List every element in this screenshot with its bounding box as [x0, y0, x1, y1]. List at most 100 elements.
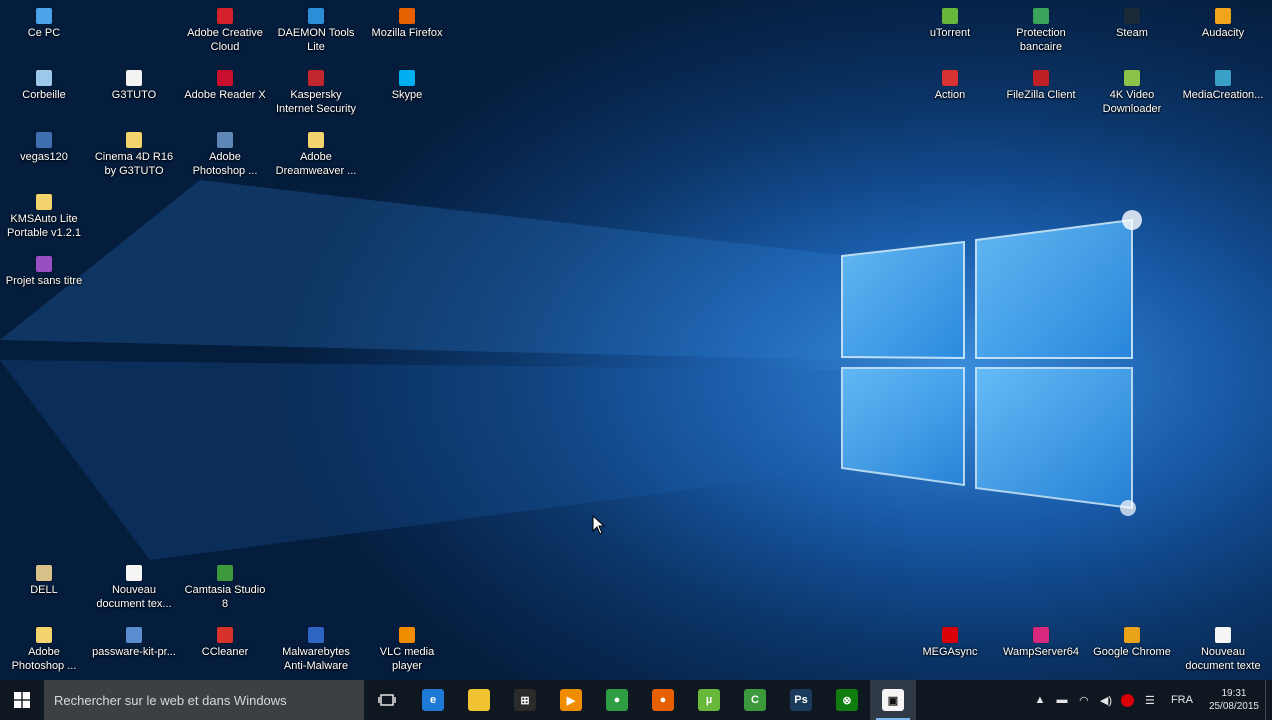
shortcut-icon [217, 132, 233, 148]
desktop-icon-label: Audacity [1201, 27, 1245, 39]
chrome-icon [1124, 627, 1140, 643]
desktop: Ce PC Adobe Creative Cloud DAEMON Tools Li… [0, 0, 1272, 680]
text-file-icon [126, 565, 142, 581]
desktop-icon[interactable]: passware-kit-pr... [92, 627, 176, 659]
desktop-icon[interactable]: VLC media player [365, 627, 449, 673]
desktop-icon[interactable]: MEGAsync [908, 627, 992, 659]
firefox-icon: ● [652, 689, 674, 711]
desktop-icon[interactable]: DAEMON Tools Lite [274, 8, 358, 54]
desktop-icon[interactable]: DELL [2, 565, 86, 597]
desktop-icon-label: DELL [30, 584, 58, 596]
creative-cloud-icon [217, 8, 233, 24]
taskbar-app-media-player[interactable]: ▶ [548, 680, 594, 720]
action-icon [942, 70, 958, 86]
desktop-icon-label: Mozilla Firefox [371, 27, 443, 39]
4k-video-icon [1124, 70, 1140, 86]
desktop-icon[interactable]: CCleaner [183, 627, 267, 659]
taskbar-app-photoshop[interactable]: Ps [778, 680, 824, 720]
desktop-icon[interactable]: Action [908, 70, 992, 102]
desktop-icon-label: Nouveau document tex... [96, 584, 172, 610]
clock[interactable]: 19:31 25/08/2015 [1203, 687, 1265, 713]
desktop-icon[interactable]: WampServer64 [999, 627, 1083, 659]
desktop-icon[interactable]: Nouveau document texte [1181, 627, 1265, 673]
taskbar-app-chrome[interactable]: ● [594, 680, 640, 720]
adobe-reader-icon [217, 70, 233, 86]
desktop-icon[interactable]: Corbeille [2, 70, 86, 102]
desktop-icon-label: Action [934, 89, 966, 101]
desktop-icon[interactable]: Cinema 4D R16 by G3TUTO [92, 132, 176, 178]
desktop-icon-label: Corbeille [22, 89, 66, 101]
folder-icon [126, 132, 142, 148]
desktop-icon[interactable]: Protection bancaire [999, 8, 1083, 54]
desktop-icon[interactable]: Adobe Photoshop ... [2, 627, 86, 673]
desktop-icon[interactable]: Steam [1090, 8, 1174, 40]
camtasia-icon [217, 565, 233, 581]
desktop-icon-label: vegas120 [20, 151, 68, 163]
taskbar-app-firefox[interactable]: ● [640, 680, 686, 720]
taskbar-app-store[interactable]: ⊞ [502, 680, 548, 720]
desktop-icon-label: 4K Video Downloader [1102, 89, 1162, 115]
desktop-icon[interactable]: Google Chrome [1090, 627, 1174, 659]
desktop-icon[interactable]: Adobe Dreamweaver ... [274, 132, 358, 178]
photoshop-icon: Ps [790, 689, 812, 711]
skype-icon [399, 70, 415, 86]
taskbar-app-utorrent[interactable]: µ [686, 680, 732, 720]
desktop-icon[interactable]: Kaspersky Internet Security [274, 70, 358, 116]
taskbar-app-xbox[interactable]: ⊗ [824, 680, 870, 720]
desktop-icon-label: Protection bancaire [1016, 27, 1066, 53]
desktop-icon[interactable]: Projet sans titre [2, 256, 86, 288]
language-indicator[interactable]: FRA [1161, 694, 1203, 706]
taskbar: Rechercher sur le web et dans Windows e ⊞… [0, 680, 1272, 720]
desktop-icon-label: VLC media player [379, 646, 435, 672]
search-input[interactable]: Rechercher sur le web et dans Windows [44, 680, 364, 720]
taskbar-app-file-explorer[interactable] [456, 680, 502, 720]
show-desktop-button[interactable] [1265, 680, 1272, 720]
desktop-icon[interactable]: Adobe Reader X [183, 70, 267, 102]
desktop-icon[interactable]: MediaCreation... [1181, 70, 1265, 102]
desktop-icon[interactable]: FileZilla Client [999, 70, 1083, 102]
media-player-icon: ▶ [560, 689, 582, 711]
chrome-icon: ● [606, 689, 628, 711]
desktop-icon-label: uTorrent [929, 27, 971, 39]
desktop-icon-label: Adobe Dreamweaver ... [275, 151, 357, 177]
clock-date: 25/08/2015 [1208, 701, 1259, 712]
desktop-icon[interactable]: Adobe Creative Cloud [183, 8, 267, 54]
desktop-icon[interactable]: Camtasia Studio 8 [183, 565, 267, 611]
premiere-project-icon [36, 256, 52, 272]
desktop-icon[interactable]: Mozilla Firefox [365, 8, 449, 40]
show-hidden-icons-chevron-icon[interactable]: ▲ [1029, 680, 1051, 720]
desktop-icon[interactable]: KMSAuto Lite Portable v1.2.1 [2, 194, 86, 240]
desktop-icon-label: Malwarebytes Anti-Malware [282, 646, 350, 672]
start-button[interactable] [0, 680, 44, 720]
desktop-icon-label: Steam [1116, 27, 1148, 39]
desktop-icon[interactable]: vegas120 [2, 132, 86, 164]
desktop-icon-label: Adobe Reader X [184, 89, 266, 101]
desktop-icon[interactable]: Audacity [1181, 8, 1265, 40]
desktop-icon[interactable]: Skype [365, 70, 449, 102]
utorrent-icon: µ [698, 689, 720, 711]
desktop-icon[interactable]: Ce PC [2, 8, 86, 40]
notifications-icon[interactable]: ☰ [1139, 680, 1161, 720]
taskbar-app-edge[interactable]: e [410, 680, 456, 720]
keyboard-icon[interactable]: ▬ [1051, 680, 1073, 720]
taskbar-app-camtasia-recorder[interactable]: ▣ [870, 680, 916, 720]
desktop-icon[interactable]: uTorrent [908, 8, 992, 40]
network-icon[interactable]: ◠ [1073, 680, 1095, 720]
desktop-icon[interactable]: Nouveau document tex... [92, 565, 176, 611]
desktop-icon[interactable]: Adobe Photoshop ... [183, 132, 267, 178]
media-creation-icon [1215, 70, 1231, 86]
desktop-icon[interactable]: 4K Video Downloader [1090, 70, 1174, 116]
filezilla-icon [1033, 70, 1049, 86]
volume-icon[interactable]: ◀) [1095, 680, 1117, 720]
computer-icon [36, 8, 52, 24]
search-placeholder: Rechercher sur le web et dans Windows [54, 692, 287, 708]
task-view-button[interactable] [364, 680, 410, 720]
desktop-icon[interactable]: G3TUTO [92, 70, 176, 102]
daemon-tools-icon [308, 8, 324, 24]
desktop-icon-label: Ce PC [27, 27, 61, 39]
ccleaner-icon [217, 627, 233, 643]
desktop-icon[interactable]: Malwarebytes Anti-Malware [274, 627, 358, 673]
desktop-icon-label: Camtasia Studio 8 [184, 584, 266, 610]
taskbar-app-camtasia[interactable]: C [732, 680, 778, 720]
mega-tray-icon[interactable] [1117, 680, 1139, 720]
